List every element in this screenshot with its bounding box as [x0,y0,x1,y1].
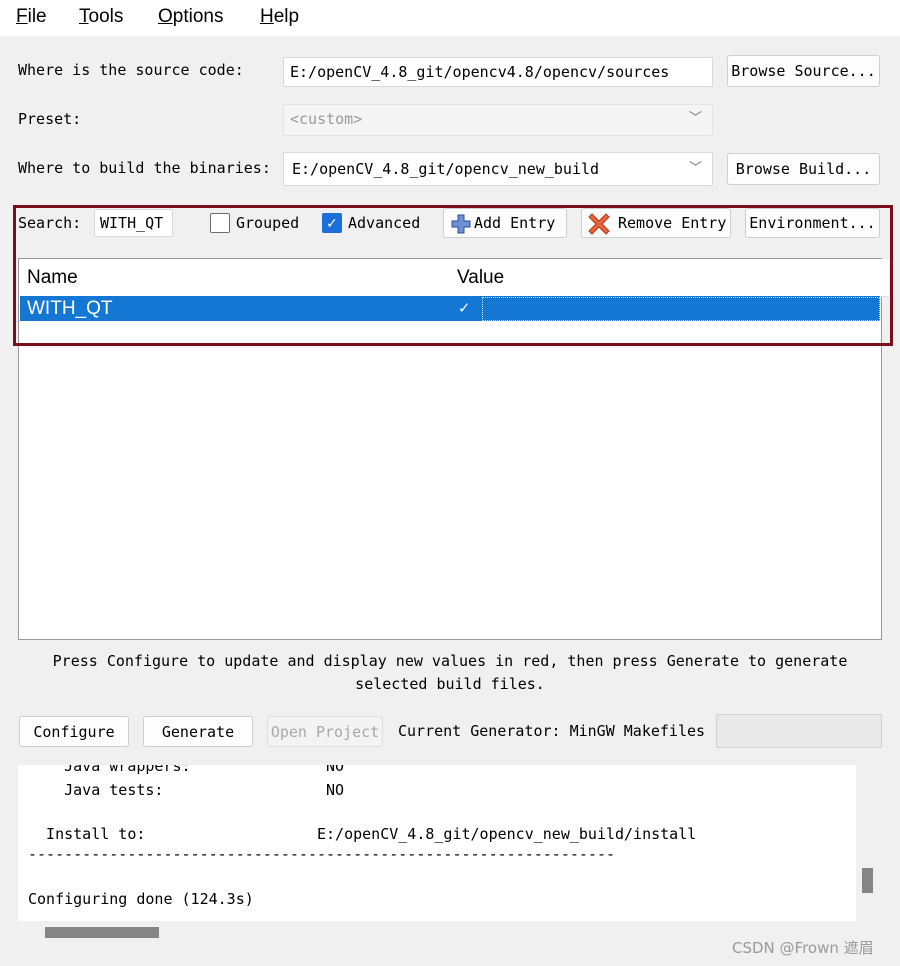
browse-source-button[interactable]: Browse Source... [727,55,880,87]
current-generator-label: Current Generator: MinGW Makefiles [398,722,706,740]
menu-bar: File Tools Options Help [0,0,900,36]
log-vertical-scrollbar[interactable] [856,765,882,947]
build-label: Where to build the binaries: [18,159,271,177]
generate-button[interactable]: Generate [143,716,253,747]
log-line: Java wrappers: NO [28,765,345,775]
progress-bar [716,714,882,748]
open-project-button: Open Project [267,716,383,747]
log-line: Install to: E:/openCV_4.8_git/opencv_new… [28,825,697,843]
menu-tools[interactable]: Tools [79,6,123,28]
source-path-field[interactable]: E:/openCV_4.8_git/opencv4.8/opencv/sourc… [283,57,713,87]
output-log: Java wrappers: NO Java tests: NO Install… [18,765,856,921]
chevron-down-icon: ﹀ [688,111,702,126]
log-horizontal-scroll-thumb[interactable] [45,927,159,938]
menu-options[interactable]: Options [158,6,223,28]
preset-label: Preset: [18,110,82,128]
source-label: Where is the source code: [18,61,244,79]
log-line: Java tests: NO [28,781,345,799]
build-path-combobox[interactable]: E:/openCV_4.8_git/opencv_new_build ﹀ [283,152,713,186]
configure-button[interactable]: Configure [19,716,129,747]
menu-file[interactable]: File [16,6,47,28]
highlight-frame [13,205,893,346]
preset-value: <custom> [290,110,363,128]
menu-help[interactable]: Help [260,6,299,28]
preset-select: <custom> ﹀ [283,104,713,136]
build-path-value: E:/openCV_4.8_git/opencv_new_build [292,160,600,178]
log-line: ----------------------------------------… [28,845,615,863]
watermark: CSDN @Frown 遮眉 [732,939,874,957]
log-line: Configuring done (124.3s) [28,890,254,908]
configure-hint: Press Configure to update and display ne… [52,652,848,693]
log-vertical-scroll-thumb[interactable] [862,868,873,893]
chevron-down-icon[interactable]: ﹀ [689,153,702,185]
browse-build-button[interactable]: Browse Build... [727,153,880,185]
